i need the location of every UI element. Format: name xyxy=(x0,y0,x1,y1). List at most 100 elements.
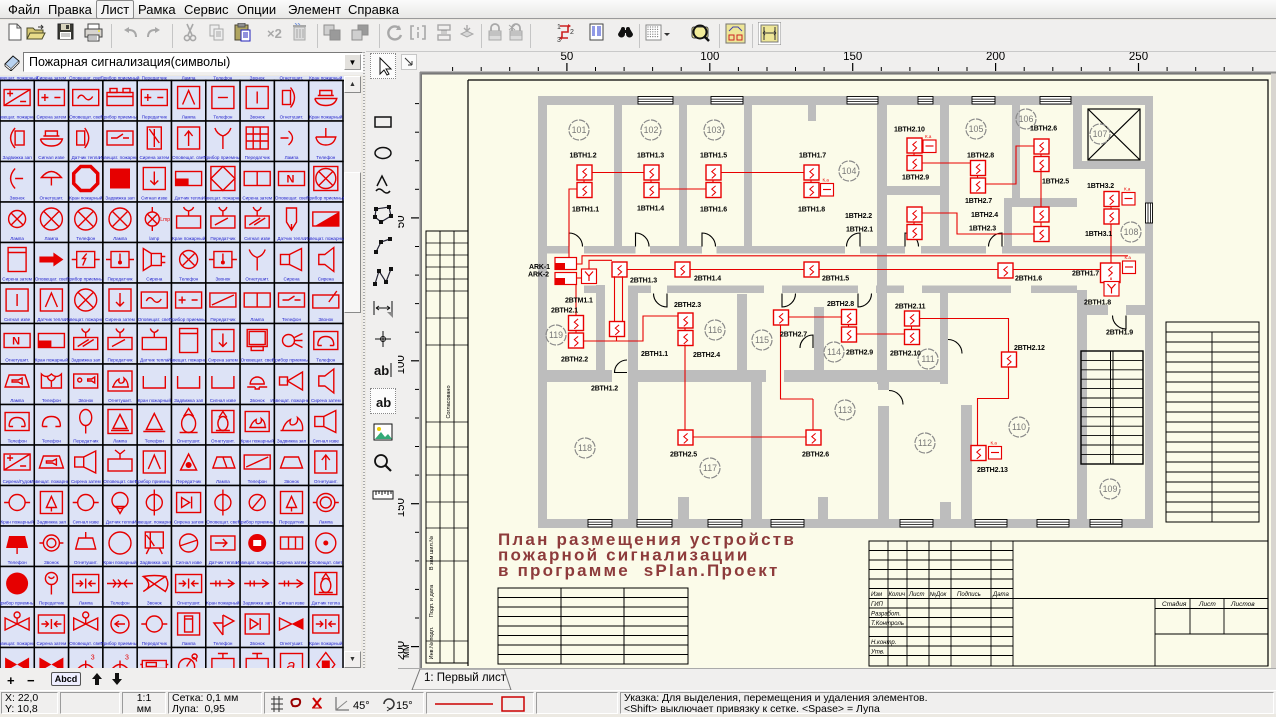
svg-text:Сигнал изве: Сигнал изве xyxy=(278,601,305,606)
svg-text:107: 107 xyxy=(1093,129,1108,139)
svg-text:Задвижка зап: Задвижка зап xyxy=(71,358,101,363)
svg-text:1ВТН2.5: 1ВТН2.5 xyxy=(1042,179,1069,186)
svg-text:Сирена затем: Сирена затем xyxy=(208,358,238,363)
svg-text:Лампа: Лампа xyxy=(79,601,93,606)
svg-text:Телефон: Телефон xyxy=(42,439,62,444)
svg-text:Инв.№ подл.: Инв.№ подл. xyxy=(429,626,435,659)
svg-text:2ВТН1.6: 2ВТН1.6 xyxy=(1015,276,1042,283)
svg-text:Лист: Лист xyxy=(908,592,924,598)
svg-text:50: 50 xyxy=(561,52,574,63)
svg-text:Огнетушит.: Огнетушит. xyxy=(5,358,29,363)
svg-text:113: 113 xyxy=(838,405,852,415)
svg-text:150: 150 xyxy=(398,498,407,517)
svg-text:2ВТН2.13: 2ВТН2.13 xyxy=(977,467,1008,474)
svg-text:Оповещат. свет: Оповещат. свет xyxy=(275,196,309,201)
svg-text:105: 105 xyxy=(969,124,984,134)
svg-text:109: 109 xyxy=(1103,484,1118,494)
svg-text:Сирена: Сирена xyxy=(318,277,335,282)
svg-text:1ВТН1.8: 1ВТН1.8 xyxy=(798,207,825,214)
svg-text:Сирена затем: Сирена затем xyxy=(2,277,32,282)
svg-text:Сигнал изве: Сигнал изве xyxy=(73,520,100,525)
svg-text:2ВТН1.4: 2ВТН1.4 xyxy=(694,276,721,283)
svg-text:Оповещат. свет: Оповещат. свет xyxy=(69,641,103,646)
svg-text:1ВТН2.1: 1ВТН2.1 xyxy=(846,227,873,234)
svg-text:Датчик тепла: Датчик тепла xyxy=(312,601,341,606)
svg-text:2ВТН2.9: 2ВТН2.9 xyxy=(846,350,873,357)
svg-text:108: 108 xyxy=(1124,227,1139,237)
svg-text:Сирена: Сирена xyxy=(283,277,300,282)
svg-text:Телефон: Телефон xyxy=(145,439,165,444)
svg-text:2ВТН1.8: 2ВТН1.8 xyxy=(1084,300,1111,307)
svg-text:Кран пожарный: Кран пожарный xyxy=(309,640,343,646)
svg-text:2ВТМ1.1: 2ВТМ1.1 xyxy=(565,298,593,305)
svg-text:Лампа: Лампа xyxy=(113,439,127,444)
svg-text:Кран пожарный: Кран пожарный xyxy=(69,195,103,201)
svg-text:2ВТН2.2: 2ВТН2.2 xyxy=(561,357,588,364)
svg-text:Кран пожарный: Кран пожарный xyxy=(172,235,206,241)
svg-text:Извещат. пожарный: Извещат. пожарный xyxy=(30,478,73,484)
svg-text:Извещат. пожарный: Извещат. пожарный xyxy=(168,357,211,363)
svg-text:Т.Контроль: Т.Контроль xyxy=(871,621,904,627)
svg-text:Оповещат. свет: Оповещат. свет xyxy=(103,479,137,484)
svg-text:Датчик тепла: Датчик тепла xyxy=(106,520,135,525)
svg-text:Телефон: Телефон xyxy=(213,641,233,646)
svg-text:Телефон: Телефон xyxy=(282,317,302,322)
svg-text:Лампа: Лампа xyxy=(10,236,24,241)
svg-text:К.а: К.а xyxy=(823,178,830,183)
svg-text:Согласовано: Согласовано xyxy=(446,385,452,418)
svg-text:Звонок: Звонок xyxy=(250,398,266,403)
svg-text:Передатчик: Передатчик xyxy=(279,520,305,525)
svg-text:103: 103 xyxy=(707,125,722,135)
svg-text:Лампа: Лампа xyxy=(216,479,230,484)
svg-text:№Док: №Док xyxy=(930,591,948,598)
svg-text:2ВТН2.10: 2ВТН2.10 xyxy=(890,351,921,358)
svg-text:Сигнал изве: Сигнал изве xyxy=(313,439,340,444)
svg-text:Сирена затем: Сирена затем xyxy=(174,520,204,525)
svg-text:Телефон: Телефон xyxy=(213,115,233,120)
svg-text:Передатчик: Передатчик xyxy=(176,479,202,484)
svg-text:Сирена затем: Сирена затем xyxy=(37,641,67,646)
svg-text:ARK-2: ARK-2 xyxy=(528,272,549,279)
svg-text:Сигнал изве: Сигнал изве xyxy=(176,560,203,565)
svg-text:К.а: К.а xyxy=(1124,187,1131,192)
svg-text:Извещат. пожарный: Извещат. пожарный xyxy=(133,519,176,525)
svg-text:Телефон: Телефон xyxy=(76,236,96,241)
svg-text:1ВТН2.4: 1ВТН2.4 xyxy=(971,212,998,219)
svg-text:2ВТН1.5: 2ВТН1.5 xyxy=(822,276,849,283)
svg-text:1ВТН1.5: 1ВТН1.5 xyxy=(700,153,727,160)
svg-text:Задвижка зап: Задвижка зап xyxy=(37,520,67,525)
svg-text:Передатчик: Передатчик xyxy=(210,317,236,322)
svg-text:Датчик тепла: Датчик тепла xyxy=(209,560,238,565)
svg-text:Огнетушит.: Огнетушит. xyxy=(211,439,235,444)
svg-text:Извещат. пожарный: Извещат. пожарный xyxy=(270,397,313,403)
svg-text:К.а: К.а xyxy=(1125,255,1132,260)
svg-text:1ВТН1.6: 1ВТН1.6 xyxy=(700,207,727,214)
svg-text:Сирена затем: Сирена затем xyxy=(71,479,101,484)
svg-text:Прибор приемный: Прибор приемный xyxy=(238,519,278,525)
svg-text:Сирена затем: Сирена затем xyxy=(105,317,135,322)
svg-text:1ВТН1.7: 1ВТН1.7 xyxy=(799,153,826,160)
svg-text:Оповещат. свет: Оповещат. свет xyxy=(309,560,343,565)
svg-text:Утв.: Утв. xyxy=(870,650,885,656)
svg-text:Звонок: Звонок xyxy=(10,196,26,201)
svg-text:2ВТН1.2: 2ВТН1.2 xyxy=(591,386,618,393)
svg-text:К.а: К.а xyxy=(991,441,998,446)
svg-text:Передатчик: Передатчик xyxy=(39,601,65,606)
svg-text:Сирена затем: Сирена затем xyxy=(277,560,307,565)
svg-text:116: 116 xyxy=(708,325,722,335)
svg-text:Звонок: Звонок xyxy=(250,115,266,120)
svg-text:К.а: К.а xyxy=(925,134,932,139)
svg-text:15°: 15° xyxy=(396,700,413,712)
svg-text:Датчик тепла: Датчик тепла xyxy=(140,358,169,363)
svg-text:Оповещат. свет: Оповещат. свет xyxy=(206,520,240,525)
svg-text:Кран пожарный: Кран пожарный xyxy=(241,438,275,444)
svg-text:1ВТН2.10: 1ВТН2.10 xyxy=(894,127,925,134)
svg-text:Сирена затем: Сирена затем xyxy=(311,398,341,403)
svg-text:100: 100 xyxy=(398,355,407,374)
svg-text:Прибор приемный: Прибор приемный xyxy=(0,600,37,606)
svg-text:2ВТН2.8: 2ВТН2.8 xyxy=(827,301,854,308)
svg-text:ГИП: ГИП xyxy=(871,602,884,608)
svg-text:Прибор приемный: Прибор приемный xyxy=(100,114,140,120)
svg-text:1ВТН2.8: 1ВТН2.8 xyxy=(967,153,994,160)
svg-text:Сирена/Гудок: Сирена/Гудок xyxy=(3,479,33,484)
